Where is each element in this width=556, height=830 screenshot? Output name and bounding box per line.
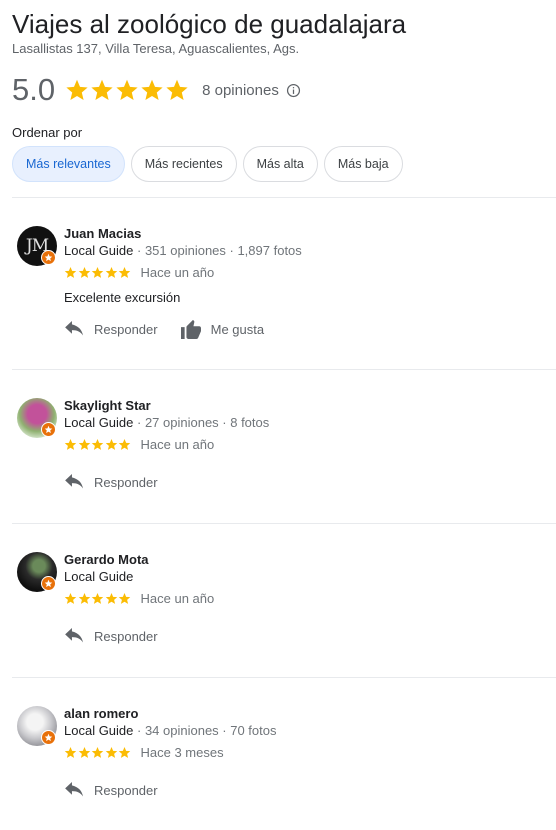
reviewer-stats: · 34 opiniones · 70 fotos: [133, 723, 277, 738]
review-stars: [64, 592, 132, 605]
review-date: Hace un año: [140, 265, 215, 280]
star-icon: [64, 266, 77, 278]
review-rating: Hace un año: [64, 265, 214, 280]
star-icon: [78, 438, 90, 450]
review-count: 8 opiniones: [202, 81, 279, 99]
divider: [12, 197, 556, 198]
sort-label: Ordenar por: [12, 125, 83, 140]
star-icon: [116, 79, 138, 100]
star-icon: [64, 746, 77, 758]
star-icon: [118, 438, 131, 450]
reply-button[interactable]: Responder: [64, 782, 158, 799]
info-icon[interactable]: [286, 83, 301, 98]
reviewer-meta: Local Guide: [64, 569, 133, 584]
reply-icon: [65, 628, 83, 643]
star-icon: [91, 79, 113, 100]
sort-chip-recent[interactable]: Más recientes: [130, 146, 237, 182]
star-icon: [91, 746, 104, 758]
star-icon: [64, 592, 77, 604]
star-icon: [105, 266, 117, 278]
review-rating: Hace un año: [64, 437, 214, 452]
review-stars: [64, 438, 132, 451]
local-guide-label: Local Guide: [64, 415, 134, 430]
star-icon: [78, 266, 90, 278]
rating-number: 5.0: [12, 72, 56, 107]
reply-icon: [65, 782, 83, 797]
local-guide-label: Local Guide: [64, 569, 134, 584]
star-icon: [64, 438, 77, 450]
divider: [12, 369, 556, 370]
review-actions: Responder: [64, 474, 180, 491]
reply-icon: [65, 474, 83, 489]
reviewer-meta: Local Guide · 351 opiniones · 1,897 foto…: [64, 243, 302, 258]
reviewer-name[interactable]: alan romero: [64, 706, 138, 721]
reply-button[interactable]: Responder: [64, 320, 158, 338]
review-date: Hace un año: [140, 591, 215, 606]
reply-button[interactable]: Responder: [64, 628, 158, 645]
star-icon: [105, 746, 117, 758]
rating-stars: [65, 78, 190, 102]
reviewer-name[interactable]: Gerardo Mota: [64, 552, 149, 567]
local-guide-label: Local Guide: [64, 723, 134, 738]
star-icon: [105, 438, 117, 450]
sort-chips: Más relevantes Más recientes Más alta Má…: [12, 146, 403, 182]
star-icon: [91, 592, 104, 604]
reviewer-stats: · 351 opiniones · 1,897 fotos: [133, 243, 302, 258]
place-address: Lasallistas 137, Villa Teresa, Aguascali…: [12, 41, 300, 56]
sort-chip-highest[interactable]: Más alta: [242, 146, 318, 182]
review-date: Hace 3 meses: [140, 745, 224, 760]
local-guide-label: Local Guide: [64, 243, 134, 258]
reviewer-meta: Local Guide · 27 opiniones · 8 fotos: [64, 415, 269, 430]
reply-label: Responder: [94, 475, 158, 490]
review-rating: Hace un año: [64, 591, 214, 606]
thumbs-up-icon: [180, 319, 201, 339]
review-actions: Responder Me gusta: [64, 319, 286, 339]
reply-label: Responder: [94, 629, 158, 644]
local-guide-badge-icon: [41, 730, 56, 745]
reviewer-name[interactable]: Juan Macias: [64, 226, 141, 241]
reviewer-meta: Local Guide · 34 opiniones · 70 fotos: [64, 723, 276, 738]
local-guide-badge-icon: [41, 422, 56, 437]
review-date: Hace un año: [140, 437, 215, 452]
star-icon: [118, 592, 131, 604]
star-icon: [78, 746, 90, 758]
star-icon: [105, 592, 117, 604]
reviewer-stats: · 27 opiniones · 8 fotos: [133, 415, 270, 430]
reviewer-name[interactable]: Skaylight Star: [64, 398, 151, 413]
star-icon: [91, 266, 104, 278]
star-icon: [118, 746, 131, 758]
star-icon: [91, 438, 104, 450]
sort-chip-lowest[interactable]: Más baja: [323, 146, 403, 182]
star-icon: [118, 266, 131, 278]
star-icon: [78, 592, 90, 604]
local-guide-badge-icon: [41, 576, 56, 591]
review-stars: [64, 746, 132, 759]
star-icon: [66, 79, 88, 100]
like-label: Me gusta: [210, 321, 265, 337]
reply-label: Responder: [94, 783, 158, 798]
star-icon: [166, 79, 188, 100]
divider: [12, 523, 556, 524]
local-guide-badge-icon: [41, 250, 56, 265]
review-rating: Hace 3 meses: [64, 745, 224, 760]
reply-button[interactable]: Responder: [64, 474, 158, 491]
review-actions: Responder: [64, 628, 180, 645]
review-text: Excelente excursión: [64, 290, 181, 305]
sort-chip-relevant[interactable]: Más relevantes: [12, 146, 125, 182]
like-button[interactable]: Me gusta: [180, 319, 264, 339]
place-title: Viajes al zoológico de guadalajara: [12, 9, 407, 39]
review-actions: Responder: [64, 782, 180, 799]
review-stars: [64, 266, 132, 279]
reply-icon: [65, 320, 83, 335]
reply-label: Responder: [94, 321, 158, 337]
divider: [12, 677, 556, 678]
rating-summary: 5.0 8 opiniones: [12, 72, 301, 108]
star-icon: [141, 79, 163, 100]
